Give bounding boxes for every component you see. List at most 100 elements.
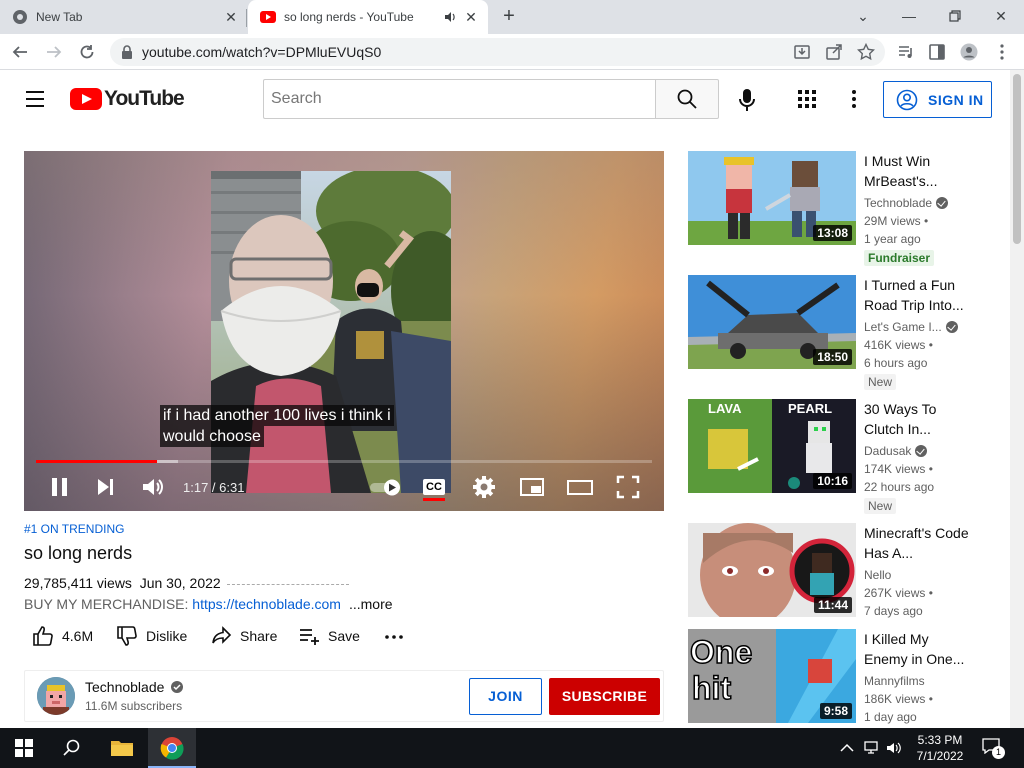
speaker-icon[interactable] [886, 741, 902, 755]
recommended-video[interactable]: 18:50 I Turned a Fun Road Trip Into... L… [688, 275, 1008, 390]
search-box[interactable] [263, 79, 656, 119]
video-title: so long nerds [24, 543, 133, 563]
share-button[interactable]: Share [210, 624, 277, 648]
logo-wordmark: YouTube [104, 87, 185, 110]
video-thumbnail[interactable]: One hit 9:58 [688, 629, 856, 723]
reload-button[interactable] [75, 40, 99, 64]
video-player[interactable]: if i had another 100 lives i think i wou… [24, 151, 664, 511]
recommended-video[interactable]: One hit 9:58 I Killed My Enemy in One...… [688, 629, 1008, 729]
progress-bar[interactable] [36, 460, 652, 463]
start-button[interactable] [0, 728, 48, 768]
profile-icon[interactable] [960, 43, 978, 61]
merch-link[interactable]: https://technoblade.com [192, 596, 341, 612]
recommended-channel[interactable]: Nello [864, 568, 891, 582]
apps-grid-icon[interactable] [796, 88, 818, 110]
voice-search-icon[interactable] [733, 86, 761, 114]
taskbar-search-button[interactable] [48, 728, 96, 768]
recommended-title[interactable]: 30 Ways To Clutch In... [864, 399, 974, 439]
autoplay-toggle[interactable] [368, 473, 404, 501]
sign-in-button[interactable]: SIGN IN [883, 81, 992, 118]
dislike-button[interactable]: Dislike [116, 624, 187, 648]
video-thumbnail[interactable]: 13:08 [688, 151, 856, 245]
url-text: youtube.com/watch?v=DPMluEVUqS0 [142, 44, 382, 60]
tab-title: so long nerds - YouTube [284, 10, 414, 24]
pause-icon[interactable] [46, 473, 74, 501]
video-stats: 29,785,411 views Jun 30, 2022 [24, 575, 349, 591]
share-page-icon[interactable] [825, 43, 843, 61]
recommended-title[interactable]: I Must Win MrBeast's... [864, 151, 974, 191]
youtube-logo[interactable]: YouTube [70, 86, 185, 112]
close-tab-icon[interactable]: ✕ [222, 8, 240, 26]
close-tab-icon[interactable]: ✕ [462, 8, 480, 26]
recommended-channel[interactable]: Mannyfilms [864, 674, 925, 688]
tab-search-icon[interactable]: ⌄ [848, 4, 878, 28]
more-actions-icon[interactable] [384, 624, 404, 648]
search-input[interactable] [264, 80, 656, 118]
cc-active-indicator [423, 498, 445, 501]
minimize-button[interactable]: — [894, 4, 924, 28]
subscribe-button[interactable]: SUBSCRIBE [549, 678, 660, 715]
recommended-video[interactable]: 13:08 I Must Win MrBeast's... Technoblad… [688, 151, 1008, 266]
search-button[interactable] [655, 79, 719, 119]
youtube-play-icon [70, 88, 102, 110]
media-controls-icon[interactable] [897, 43, 915, 61]
video-duration: 10:16 [813, 473, 852, 489]
settings-gear-icon[interactable] [470, 473, 498, 501]
restore-button[interactable] [940, 4, 970, 28]
recommended-title[interactable]: Minecraft's Code Has A... [864, 523, 974, 563]
forward-button[interactable] [42, 40, 66, 64]
show-more-link[interactable]: ...more [349, 596, 393, 612]
channel-label: Let's Game I... [864, 320, 942, 334]
recommended-channel[interactable]: Dadusak [864, 444, 928, 458]
video-description[interactable]: BUY MY MERCHANDISE: https://technoblade.… [24, 596, 393, 612]
tab-title: New Tab [36, 10, 83, 24]
video-duration: 9:58 [819, 703, 852, 719]
chrome-taskbar-button[interactable] [148, 728, 196, 768]
recommended-channel[interactable]: Let's Game I... [864, 320, 958, 334]
close-window-button[interactable]: ✕ [986, 4, 1016, 28]
tab-new-tab[interactable]: New Tab ✕ [0, 0, 246, 34]
tab-audio-icon[interactable] [444, 11, 456, 23]
hamburger-menu-icon[interactable] [24, 88, 46, 110]
back-button[interactable] [8, 40, 32, 64]
network-icon[interactable] [864, 741, 880, 755]
action-center-button[interactable]: 1 [982, 738, 1005, 759]
video-thumbnail[interactable]: 18:50 [688, 275, 856, 369]
new-tab-button[interactable]: + [498, 6, 520, 28]
page-scrollbar[interactable] [1010, 70, 1024, 728]
volume-icon[interactable] [139, 473, 167, 501]
system-clock[interactable]: 5:33 PM 7/1/2022 [910, 732, 970, 764]
recommended-channel[interactable]: Technoblade [864, 196, 949, 210]
bookmark-star-icon[interactable] [857, 43, 875, 61]
trending-badge[interactable]: #1 ON TRENDING [24, 522, 124, 536]
like-button[interactable]: 4.6M [32, 624, 93, 648]
fullscreen-icon[interactable] [614, 473, 642, 501]
tab-youtube[interactable]: so long nerds - YouTube ✕ [248, 0, 488, 34]
save-button[interactable]: Save [298, 624, 360, 648]
progress-played [36, 460, 158, 463]
file-explorer-button[interactable] [98, 728, 146, 768]
channel-label: Technoblade [864, 196, 933, 210]
channel-avatar[interactable] [37, 677, 75, 715]
video-thumbnail[interactable]: 11:44 [688, 523, 856, 617]
side-panel-icon[interactable] [928, 43, 946, 61]
video-thumbnail[interactable]: LAVA PEARL 10:16 [688, 399, 856, 493]
recommended-title[interactable]: I Killed My Enemy in One... [864, 629, 974, 669]
next-video-icon[interactable] [92, 473, 120, 501]
settings-more-icon[interactable] [843, 88, 865, 110]
channel-name[interactable]: Technoblade [85, 679, 184, 695]
recommended-video[interactable]: LAVA PEARL 10:16 30 Ways To Clutch In...… [688, 399, 1008, 514]
thumbnail-text-one: One [690, 634, 752, 670]
chrome-menu-icon[interactable] [993, 43, 1011, 61]
join-button[interactable]: JOIN [469, 678, 542, 715]
install-app-icon[interactable] [793, 43, 811, 61]
miniplayer-icon[interactable] [518, 473, 546, 501]
theater-mode-icon[interactable] [566, 473, 594, 501]
recommended-video[interactable]: 11:44 Minecraft's Code Has A... Nello 26… [688, 523, 1008, 623]
captions-button[interactable]: CC [421, 473, 449, 501]
address-bar[interactable]: youtube.com/watch?v=DPMluEVUqS0 [110, 38, 885, 66]
recommended-title[interactable]: I Turned a Fun Road Trip Into... [864, 275, 974, 315]
lock-icon[interactable] [121, 45, 133, 59]
scrollbar-thumb[interactable] [1013, 74, 1021, 244]
show-hidden-icons-chevron-icon[interactable] [840, 743, 854, 753]
